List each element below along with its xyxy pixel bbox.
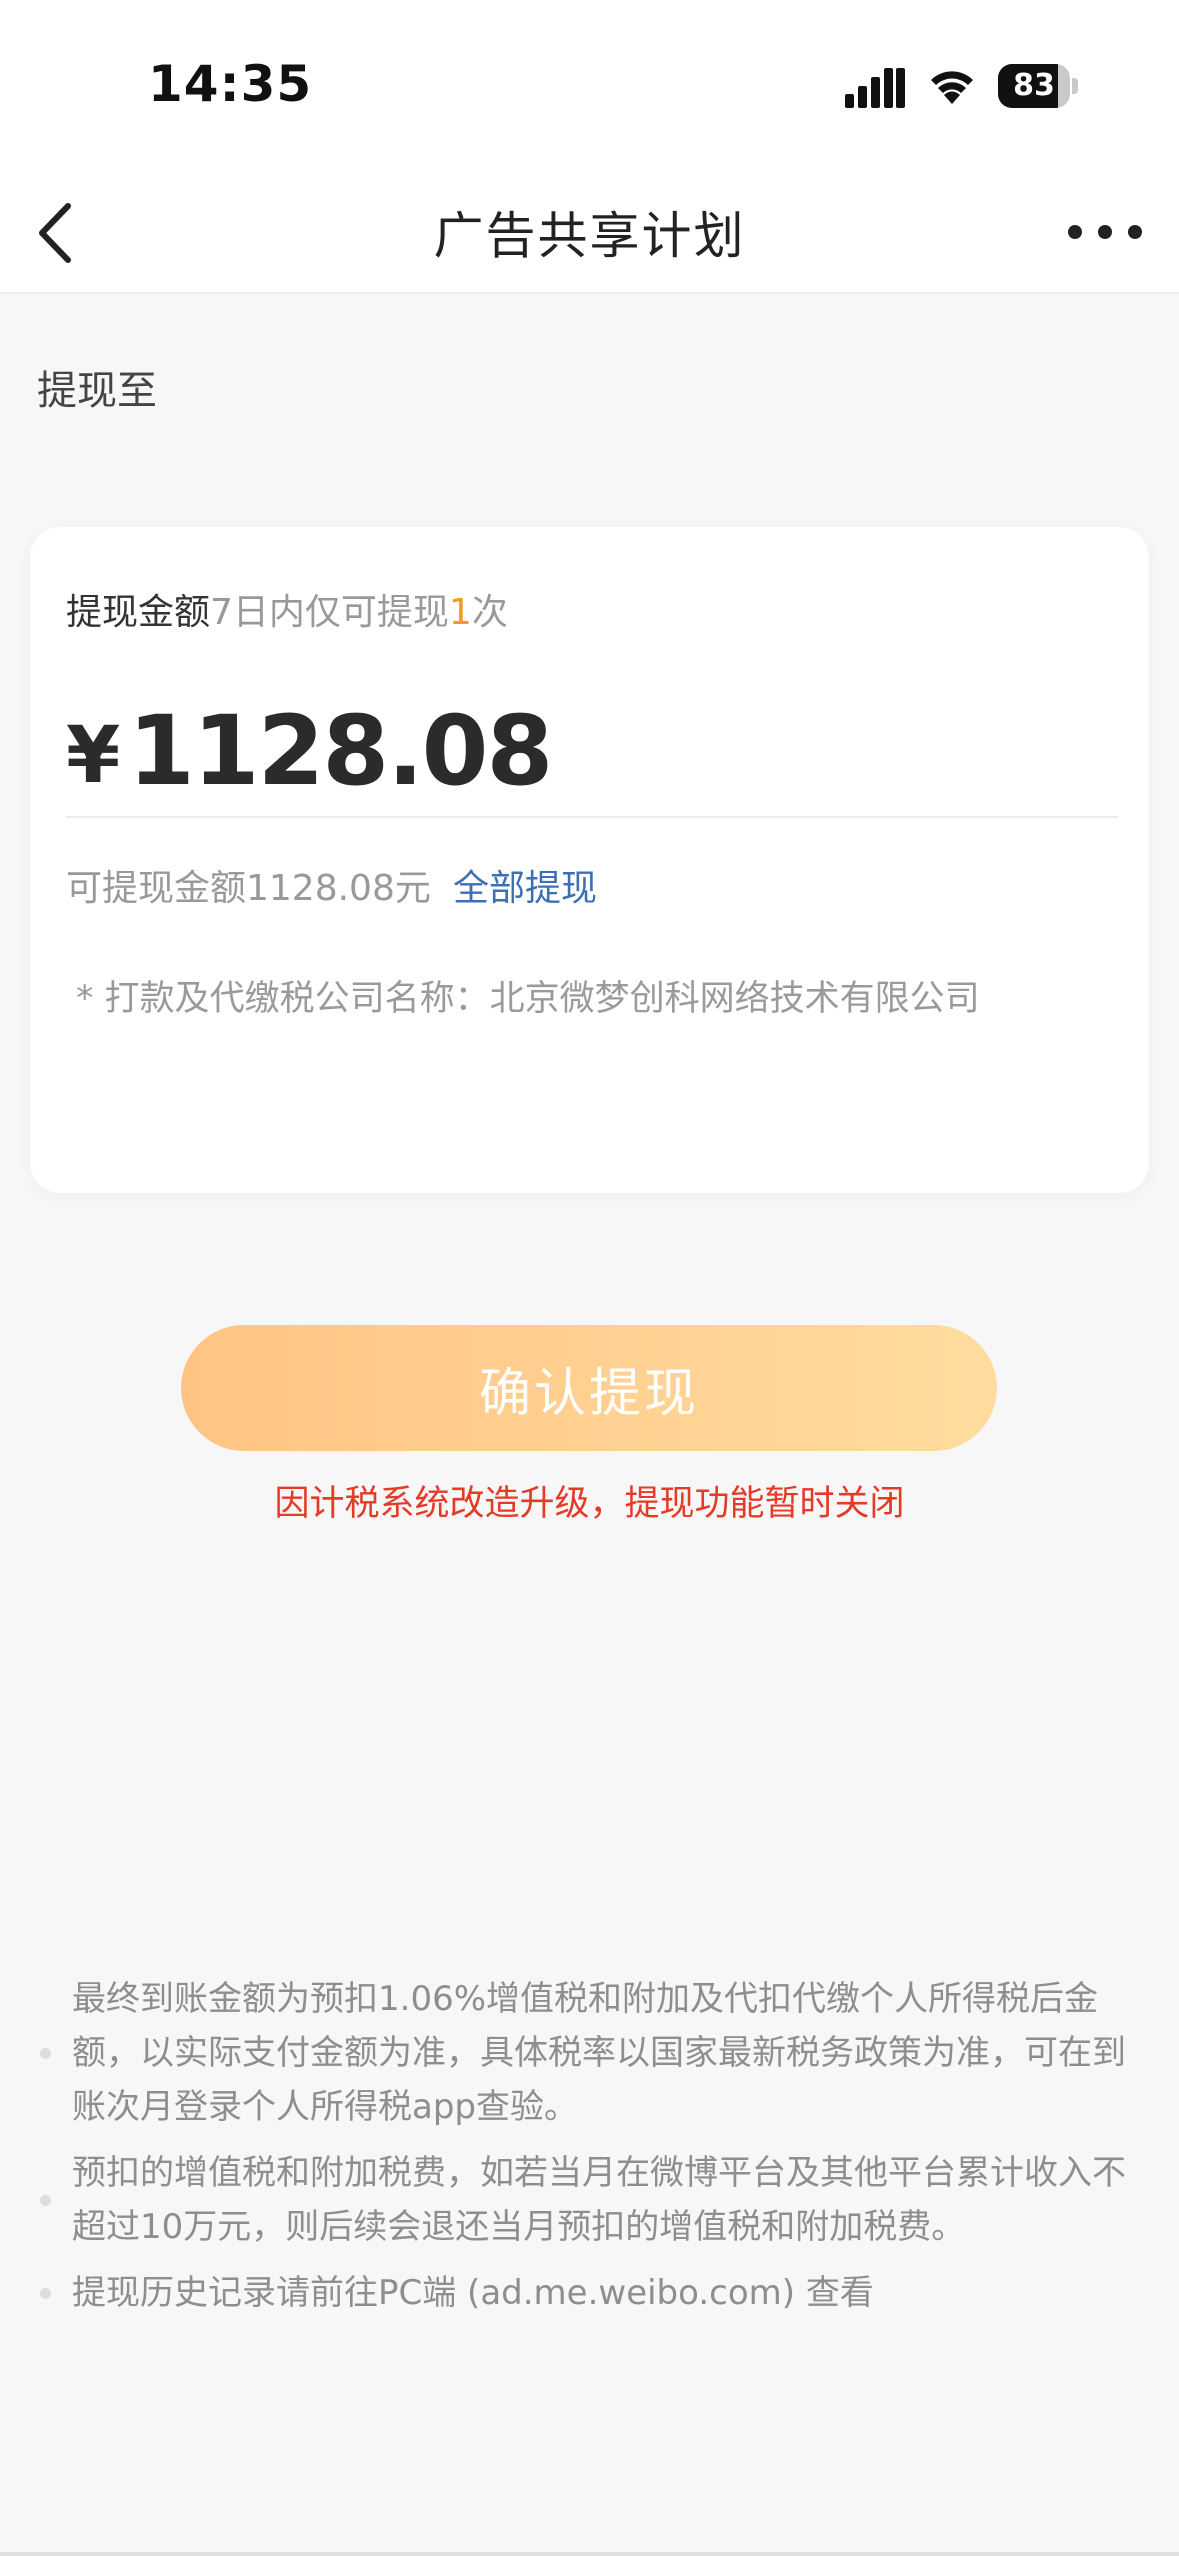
withdraw-all-link[interactable]: 全部提现 (453, 859, 597, 911)
amount-divider (66, 816, 1118, 818)
list-item: 提现历史记录请前往PC端 (ad.me.weibo.com) 查看 (36, 2266, 1156, 2320)
battery-percent: 83 (1013, 68, 1055, 103)
company-note: * 打款及代缴税公司名称：北京微梦创科网络技术有限公司 (76, 979, 980, 1019)
withdraw-limit-suffix: 次 (471, 592, 508, 633)
note-text: 预扣的增值税和附加税费，如若当月在微博平台及其他平台累计收入不超过10万元，则后… (72, 2153, 1126, 2247)
note-text: 提现历史记录请前往PC端 (ad.me.weibo.com) 查看 (72, 2273, 874, 2313)
notes-list: 最终到账金额为预扣1.06%增值税和附加及代扣代缴个人所得税后金额，以实际支付金… (36, 1972, 1156, 2332)
amount-label: 提现金额 (66, 592, 211, 633)
status-time: 14:35 (148, 55, 313, 113)
status-bar: 14:35 83 (0, 0, 1179, 170)
battery-body: 83 (998, 64, 1070, 108)
amount-input[interactable]: 1128.08 (128, 695, 553, 807)
ellipsis-icon[interactable] (1060, 212, 1150, 252)
list-item: 最终到账金额为预扣1.06%增值税和附加及代扣代缴个人所得税后金额，以实际支付金… (36, 1972, 1156, 2134)
withdraw-limit-count: 1 (448, 592, 472, 633)
bullet-icon (40, 2288, 51, 2299)
currency-symbol: ¥ (66, 711, 121, 801)
available-amount-text: 可提现金额1128.08元 (66, 868, 431, 909)
withdraw-limit-prefix: 7日内仅可提现 (210, 592, 449, 633)
wifi-icon (931, 71, 973, 104)
battery-icon: 83 (998, 64, 1078, 108)
withdraw-to-label: 提现至 (37, 368, 157, 414)
note-text: 最终到账金额为预扣1.06%增值税和附加及代扣代缴个人所得税后金额，以实际支付金… (72, 1979, 1126, 2127)
home-indicator (0, 2552, 1179, 2556)
bullet-icon (40, 2048, 51, 2059)
withdraw-card: 提现金额7日内仅可提现1次 ¥ 1128.08 可提现金额1128.08元 全部… (30, 527, 1149, 1193)
amount-header: 提现金额7日内仅可提现1次 (66, 583, 508, 635)
battery-tip (1072, 78, 1078, 94)
nav-bar: 广告共享计划 (0, 170, 1179, 294)
list-item: 预扣的增值税和附加税费，如若当月在微博平台及其他平台累计收入不超过10万元，则后… (36, 2146, 1156, 2254)
signal-icon (845, 68, 905, 108)
error-message: 因计税系统改造升级，提现功能暂时关闭 (274, 1484, 905, 1524)
bullet-icon (40, 2195, 51, 2206)
page-title: 广告共享计划 (433, 207, 746, 265)
chevron-left-icon[interactable] (30, 198, 80, 268)
confirm-withdraw-button[interactable]: 确认提现 (181, 1325, 997, 1451)
